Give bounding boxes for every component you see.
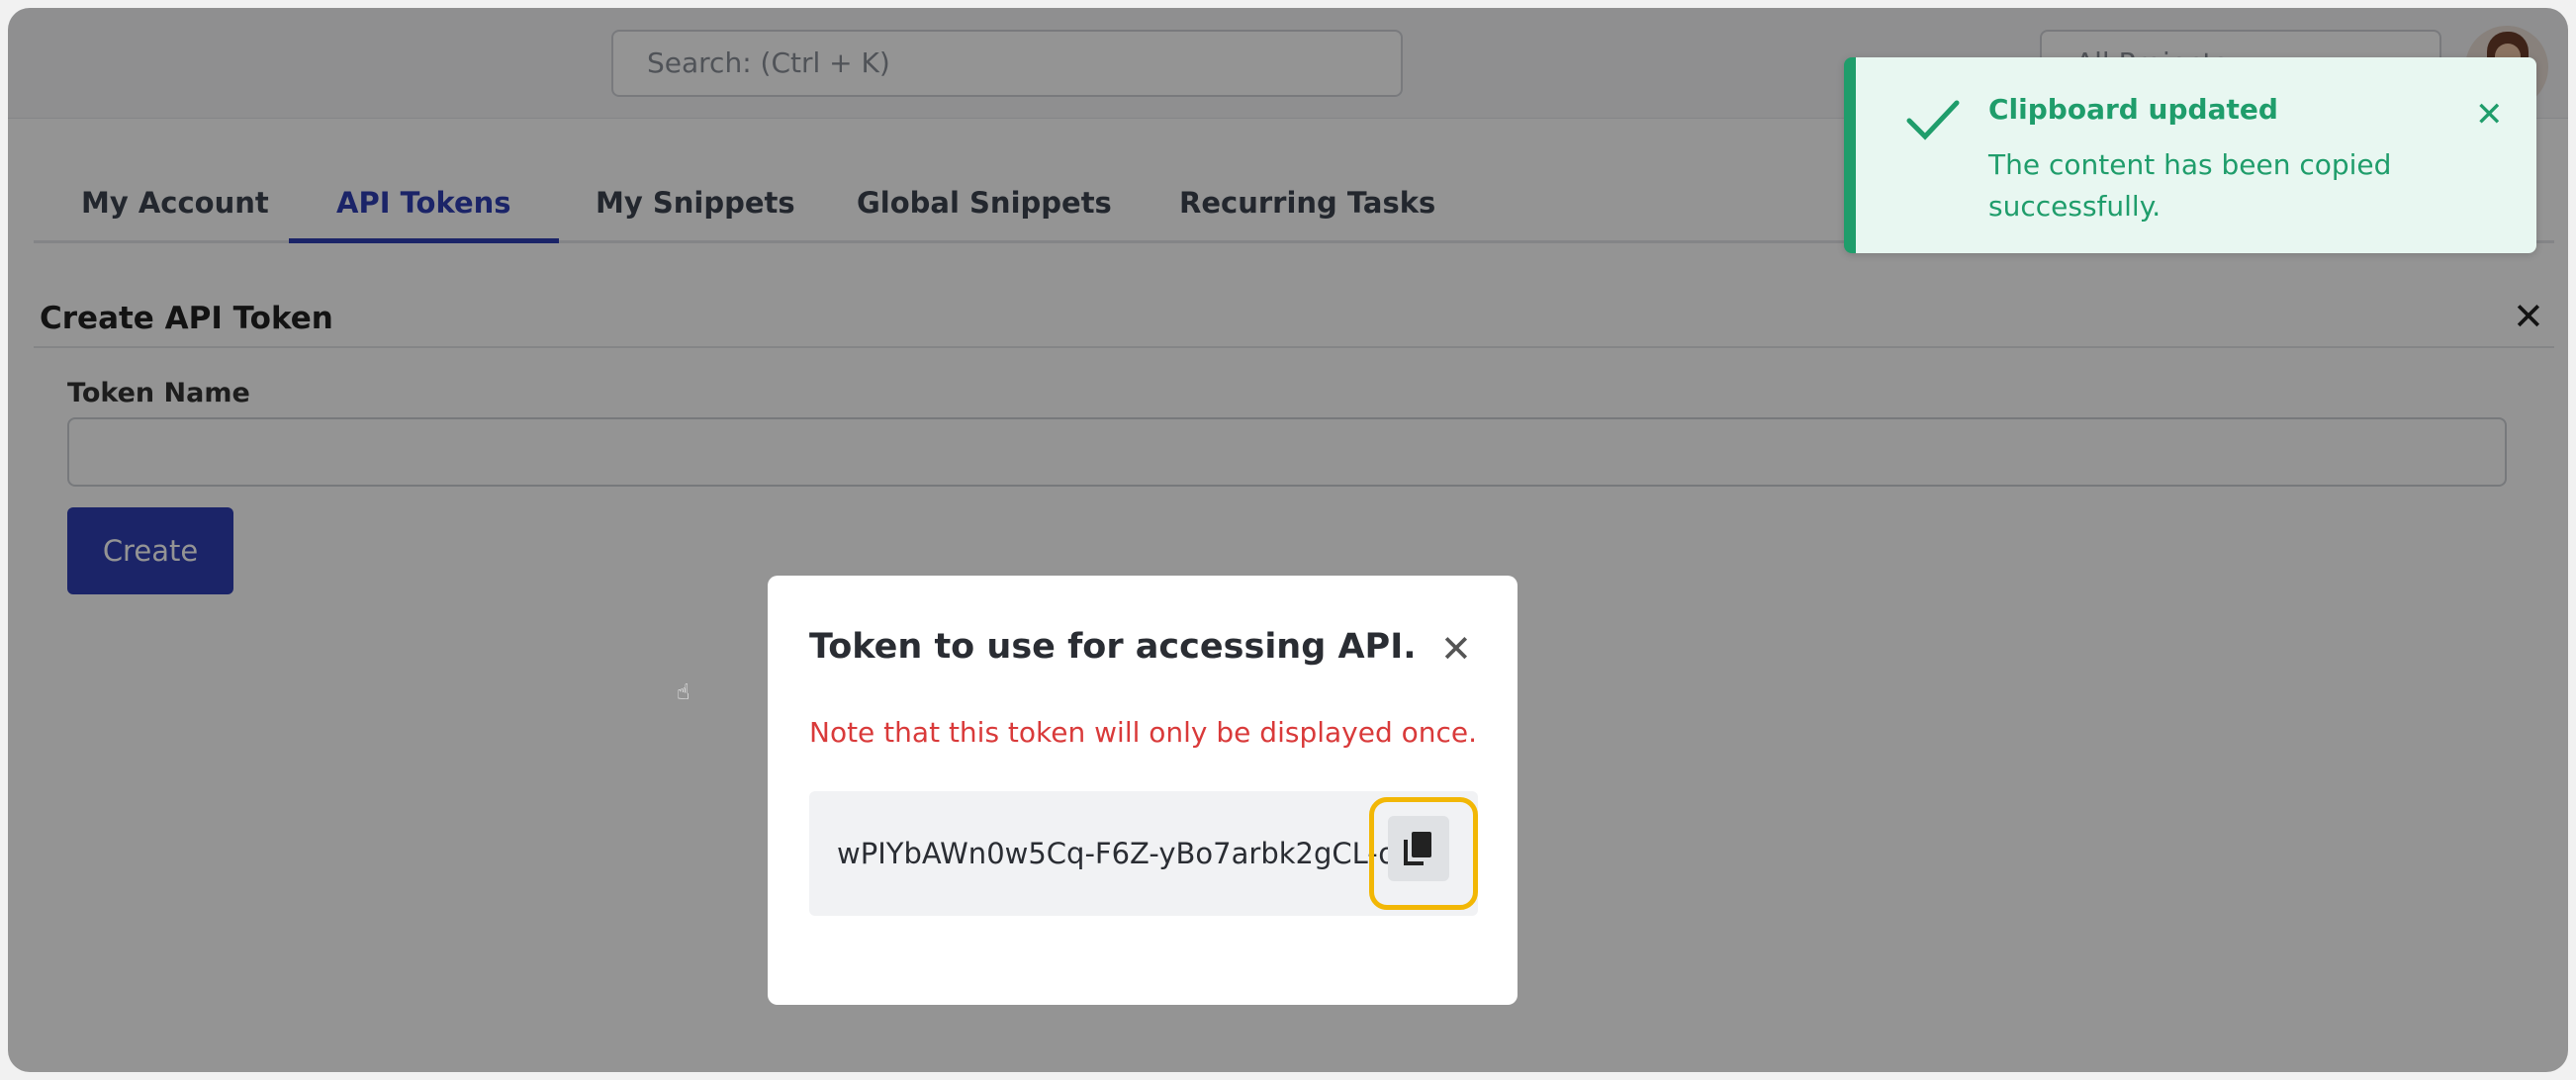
copy-button[interactable] (1369, 797, 1478, 910)
toast-notification: Clipboard updated The content has been c… (1844, 57, 2536, 253)
modal-title: Token to use for accessing API. (809, 627, 1417, 667)
close-icon[interactable]: ✕ (2475, 95, 2504, 135)
token-value: wPIYbAWn0w5Cq-F6Z-yBo7arbk2gCL-o (837, 837, 1391, 870)
check-icon (1903, 91, 1963, 154)
app-window: Search: (Ctrl + K) All Projects ⌄ My Acc… (8, 8, 2568, 1072)
close-icon[interactable]: ✕ (1440, 627, 1472, 671)
toast-title: Clipboard updated (1988, 93, 2278, 126)
copy-icon (1388, 816, 1449, 881)
hand-cursor-icon: ☝ (677, 680, 690, 705)
token-warning: Note that this token will only be displa… (809, 716, 1478, 749)
token-modal: Token to use for accessing API. ✕ Note t… (768, 576, 1518, 1005)
token-display: wPIYbAWn0w5Cq-F6Z-yBo7arbk2gCL-o (809, 791, 1478, 916)
toast-message: The content has been copied successfully… (1988, 148, 2392, 223)
